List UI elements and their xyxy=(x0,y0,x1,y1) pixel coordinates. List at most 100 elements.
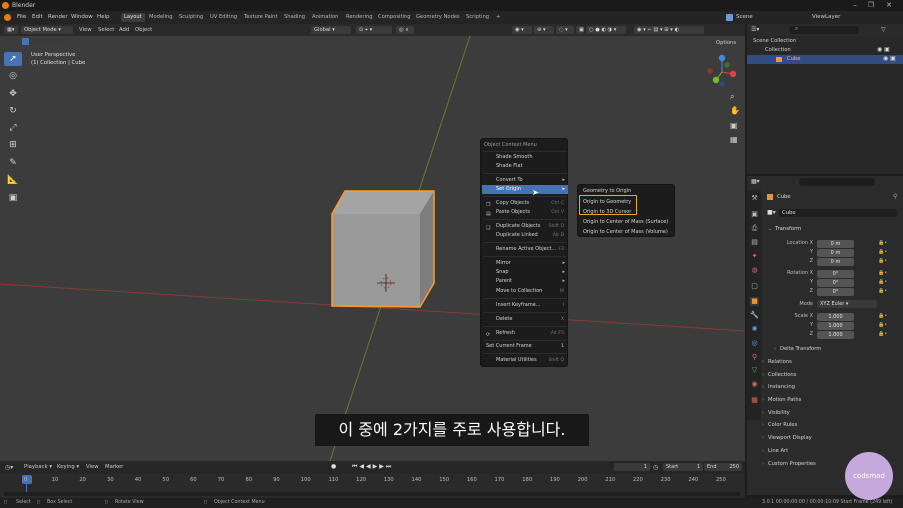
end-frame-field[interactable]: End 250 xyxy=(704,463,742,471)
tab-sculpting[interactable]: Sculpting xyxy=(176,13,206,22)
menu-item-rename[interactable]: Rename Active Object... F2 xyxy=(482,245,568,254)
view-layer-name[interactable]: ViewLayer xyxy=(812,14,840,20)
scene-name[interactable]: Scene xyxy=(736,14,753,20)
outliner-search-input[interactable] xyxy=(789,26,859,34)
submenu-origin-to-center-volume[interactable]: Origin to Center of Mass (Volume) xyxy=(583,229,668,235)
pin-icon[interactable]: ⚲ xyxy=(893,193,897,200)
scale-z-field[interactable]: 1.000 xyxy=(817,331,854,339)
rotation-z-field[interactable]: 0° xyxy=(817,288,854,296)
menu-item-convert-to[interactable]: Convert To ▸ xyxy=(482,176,568,185)
orientation-dropdown[interactable]: Global ▾ xyxy=(311,26,351,34)
section-custom-properties[interactable]: Custom Properties xyxy=(762,461,816,467)
location-z-field[interactable]: 0 m xyxy=(817,258,854,266)
lock-icon[interactable]: 🔒• xyxy=(878,258,887,264)
menu-file[interactable]: File xyxy=(17,14,26,20)
menu-help[interactable]: Help xyxy=(97,14,110,20)
render-tab-icon[interactable]: ▣ xyxy=(750,210,759,219)
section-motion-paths[interactable]: Motion Paths xyxy=(762,397,801,403)
lock-icon[interactable]: 🔒• xyxy=(878,322,887,328)
camera-icon[interactable]: ▣ xyxy=(730,121,738,130)
submenu-origin-to-center-surface[interactable]: Origin to Center of Mass (Surface) xyxy=(583,219,668,225)
object-name-field[interactable] xyxy=(779,209,897,217)
lock-icon[interactable]: 🔒• xyxy=(878,249,887,255)
submenu-geometry-to-origin[interactable]: Geometry to Origin xyxy=(583,188,631,194)
menu-edit[interactable]: Edit xyxy=(32,14,43,20)
menu-playback[interactable]: Playback ▾ xyxy=(24,464,52,470)
scale-x-field[interactable]: 1.000 xyxy=(817,313,854,321)
rotation-y-field[interactable]: 0° xyxy=(817,279,854,287)
scale-tool-icon[interactable]: ⤢ xyxy=(4,121,22,135)
location-y-field[interactable]: 0 m xyxy=(817,249,854,257)
lock-icon[interactable]: 🔒• xyxy=(878,288,887,294)
visibility-dropdown[interactable]: ◉ ▾ xyxy=(512,26,532,34)
cursor-tool-icon[interactable]: ◎ xyxy=(4,69,22,83)
lock-icon[interactable]: 🔒• xyxy=(878,279,887,285)
menu-window[interactable]: Window xyxy=(71,14,93,20)
menu-item-insert-keyframe[interactable]: Insert Keyframe... I xyxy=(482,301,568,310)
tool-tab-icon[interactable]: ⚒ xyxy=(750,194,759,203)
menu-item-shade-smooth[interactable]: Shade Smooth xyxy=(482,153,568,162)
move-tool-icon[interactable]: ✥ xyxy=(4,87,22,101)
tab-animation[interactable]: Animation xyxy=(309,13,341,22)
menu-object[interactable]: Object xyxy=(135,27,152,33)
properties-search-input[interactable] xyxy=(799,178,875,186)
blender-menu-icon[interactable] xyxy=(4,14,11,21)
section-delta-transform[interactable]: Delta Transform xyxy=(774,346,821,352)
outliner-editor-icon[interactable]: ☰▾ xyxy=(751,26,759,33)
select-new-icon[interactable] xyxy=(22,38,29,45)
mode-dropdown[interactable]: Object Mode ▾ xyxy=(21,26,73,34)
menu-item-snap[interactable]: Snap ▸ xyxy=(482,268,568,277)
menu-item-copy-objects[interactable]: ❐ Copy Objects Ctrl C xyxy=(482,199,568,208)
select-tool-icon[interactable]: ➚ xyxy=(4,52,22,66)
start-frame-field[interactable]: Start 1 xyxy=(663,463,703,471)
header-extra-icons[interactable]: ◉ ▾ ⌐ ▤ ▾ ⊞ ▾ ◐ xyxy=(634,26,704,34)
shading-mode-buttons[interactable]: ○ ● ◐ ◑ ▾ xyxy=(586,26,626,34)
lock-icon[interactable]: 🔒• xyxy=(878,240,887,246)
menu-item-move-to-collection[interactable]: Move to Collection M xyxy=(482,287,568,296)
record-icon[interactable]: ● xyxy=(331,463,336,470)
transform-tool-icon[interactable]: ⊞ xyxy=(4,138,22,152)
annotate-tool-icon[interactable]: ✎ xyxy=(4,156,22,170)
physics-tab-icon[interactable]: ◎ xyxy=(750,339,759,348)
overlay-dropdown[interactable]: ◌ ▾ xyxy=(556,26,574,34)
tab-uv-editing[interactable]: UV Editing xyxy=(207,13,240,22)
lock-icon[interactable]: 🔒• xyxy=(878,313,887,319)
menu-item-delete[interactable]: Delete X xyxy=(482,315,568,324)
material-tab-icon[interactable]: ◉ xyxy=(750,380,759,389)
visibility-eye-icon[interactable]: ◉ ▣ xyxy=(883,55,896,62)
output-tab-icon[interactable]: ⎙ xyxy=(750,224,759,233)
add-workspace-button[interactable]: + xyxy=(493,13,503,22)
outliner-row-cube[interactable]: Cube xyxy=(747,55,903,64)
proportional-edit-button[interactable]: ◎ ∧ xyxy=(396,26,414,34)
add-cube-tool-icon[interactable]: ▣ xyxy=(4,191,22,205)
clock-icon[interactable]: ◷ xyxy=(653,464,658,471)
tab-geometry-nodes[interactable]: Geometry Nodes xyxy=(413,13,463,22)
outliner-row-scene-collection[interactable]: Scene Collection xyxy=(747,37,903,46)
lock-icon[interactable]: 🔒• xyxy=(878,331,887,337)
editor-type-dropdown[interactable]: ▦▾ xyxy=(4,26,18,34)
zoom-icon[interactable]: ⌕ xyxy=(730,92,734,102)
menu-item-material-utilities[interactable]: Material Utilities Shift Q xyxy=(482,356,568,365)
minimize-icon[interactable]: – xyxy=(850,1,860,10)
rotation-mode-dropdown[interactable]: XYZ Euler ▾ xyxy=(817,300,877,308)
menu-item-refresh[interactable]: ⟳ Refresh Alt F5 xyxy=(482,329,568,338)
menu-item-paste-objects[interactable]: ▤ Paste Objects Ctrl V xyxy=(482,208,568,217)
menu-timeline-view[interactable]: View xyxy=(86,464,99,470)
section-relations[interactable]: Relations xyxy=(762,359,792,365)
timeline-editor-icon[interactable]: ◷▾ xyxy=(5,464,13,471)
chevron-down-icon[interactable]: ⌄ xyxy=(768,226,772,232)
menu-view[interactable]: View xyxy=(79,27,92,33)
menu-marker[interactable]: Marker xyxy=(105,464,123,470)
texture-tab-icon[interactable]: ▦ xyxy=(750,396,759,405)
3d-viewport[interactable]: User Perspective (1) Collection | Cube O… xyxy=(0,36,745,461)
rotate-tool-icon[interactable]: ↻ xyxy=(4,104,22,118)
close-icon[interactable]: ✕ xyxy=(884,1,894,10)
location-x-field[interactable]: 0 m xyxy=(817,240,854,248)
tab-scripting[interactable]: Scripting xyxy=(463,13,492,22)
section-visibility[interactable]: Visibility xyxy=(762,410,790,416)
menu-render[interactable]: Render xyxy=(48,14,68,20)
constraints-tab-icon[interactable]: ⚲ xyxy=(750,353,759,362)
rotation-x-field[interactable]: 0° xyxy=(817,270,854,278)
scale-y-field[interactable]: 1.000 xyxy=(817,322,854,330)
gizmo-dropdown[interactable]: ⊕ ▾ xyxy=(534,26,554,34)
